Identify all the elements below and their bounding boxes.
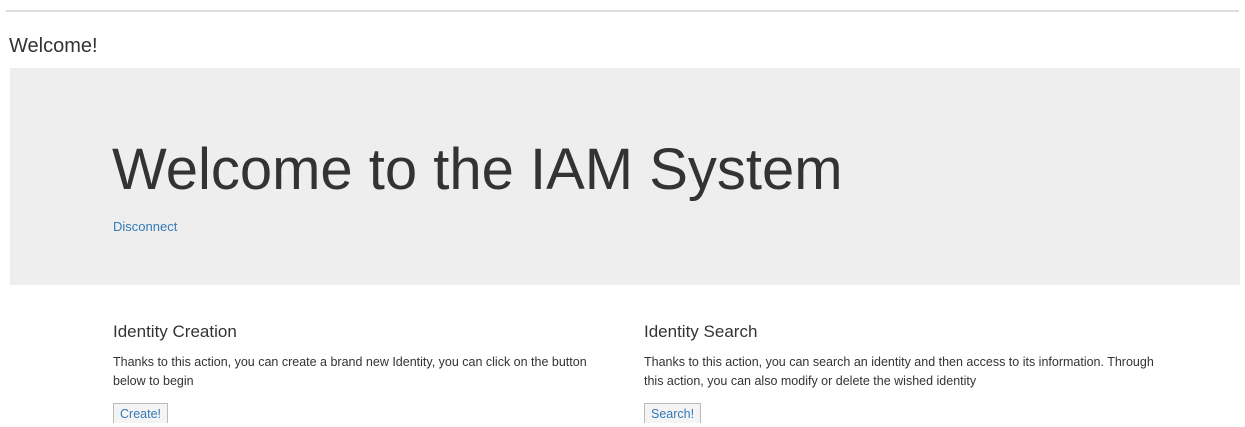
- search-identity-button[interactable]: Search!: [644, 403, 702, 423]
- identity-search-description: Thanks to this action, you can search an…: [644, 355, 1154, 388]
- identity-creation-card: Identity Creation Thanks to this action,…: [113, 321, 613, 423]
- page-heading: Welcome!: [9, 35, 98, 57]
- disconnect-link[interactable]: Disconnect: [113, 219, 177, 235]
- hero-title: Welcome to the IAM System: [112, 137, 843, 202]
- top-divider: [6, 10, 1239, 12]
- welcome-hero: Welcome to the IAM System Disconnect: [10, 68, 1240, 285]
- identity-creation-title: Identity Creation: [113, 322, 237, 341]
- create-identity-button[interactable]: Create!: [113, 403, 168, 423]
- identity-creation-description: Thanks to this action, you can create a …: [113, 355, 587, 388]
- iam-welcome-page: Welcome! Welcome to the IAM System Disco…: [0, 0, 1245, 427]
- identity-search-card: Identity Search Thanks to this action, y…: [644, 321, 1164, 423]
- identity-search-title: Identity Search: [644, 322, 758, 341]
